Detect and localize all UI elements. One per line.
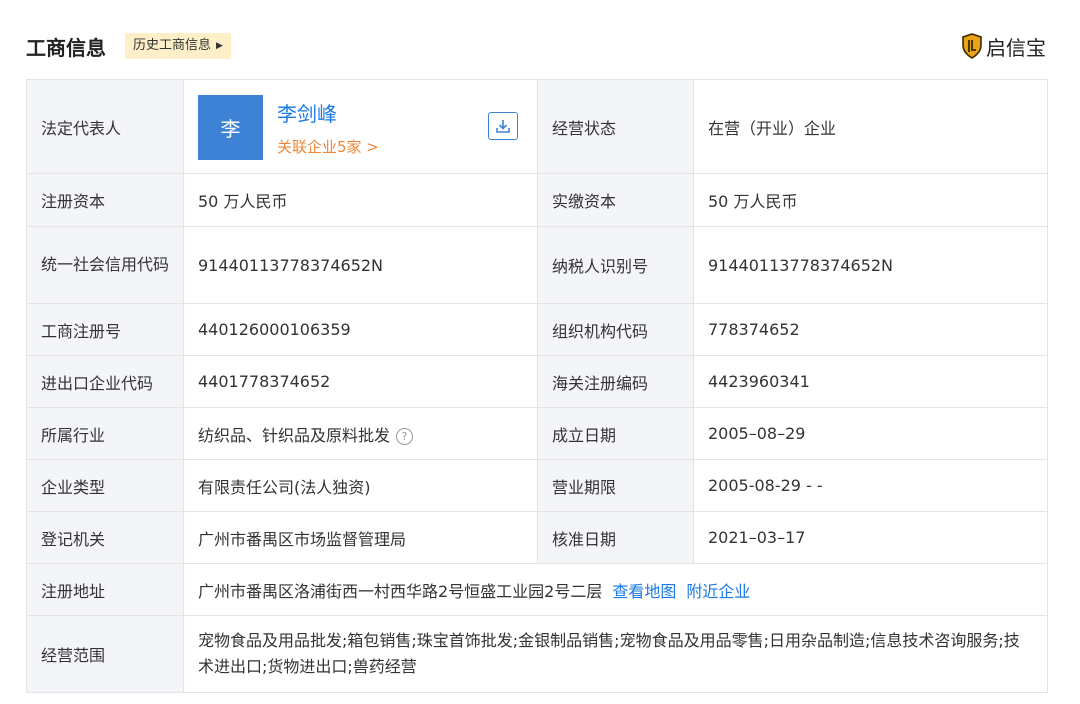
legal-rep-label: 法定代表人 bbox=[26, 79, 184, 174]
customs-value: 4423960341 bbox=[693, 355, 1048, 408]
table-row: 进出口企业代码 4401778374652 海关注册编码 4423960341 bbox=[26, 355, 1048, 408]
type-label: 企业类型 bbox=[26, 459, 184, 512]
avatar[interactable]: 李 bbox=[198, 94, 263, 160]
industry-cell: 纺织品、针织品及原料批发? bbox=[183, 407, 538, 460]
status-value: 在营（开业）企业 bbox=[693, 79, 1048, 174]
history-business-info-button[interactable]: 历史工商信息 ▶ bbox=[125, 33, 231, 59]
status-label: 经营状态 bbox=[537, 79, 694, 174]
credit-code-value: 91440113778374652N bbox=[183, 226, 538, 304]
table-row: 注册地址 广州市番禺区洛浦街西一村西华路2号恒盛工业园2号二层 查看地图 附近企业 bbox=[26, 563, 1048, 616]
industry-label: 所属行业 bbox=[26, 407, 184, 460]
scope-label: 经营范围 bbox=[26, 615, 184, 693]
question-circle-icon[interactable]: ? bbox=[396, 427, 414, 445]
address-value: 广州市番禺区洛浦街西一村西华路2号恒盛工业园2号二层 bbox=[198, 581, 603, 601]
address-cell: 广州市番禺区洛浦街西一村西华路2号恒盛工业园2号二层 查看地图 附近企业 bbox=[183, 563, 1048, 616]
type-value: 有限责任公司(法人独资) bbox=[183, 459, 538, 512]
tax-id-value: 91440113778374652N bbox=[693, 226, 1048, 304]
approval-value: 2021–03–17 bbox=[693, 511, 1048, 564]
org-code-label: 组织机构代码 bbox=[537, 303, 694, 356]
reg-capital-value: 50 万人民币 bbox=[183, 173, 538, 227]
established-label: 成立日期 bbox=[537, 407, 694, 460]
table-row: 登记机关 广州市番禺区市场监督管理局 核准日期 2021–03–17 bbox=[26, 511, 1048, 564]
download-icon bbox=[496, 119, 510, 133]
download-button[interactable] bbox=[488, 111, 518, 140]
legal-rep-name-link[interactable]: 李剑峰 bbox=[277, 98, 337, 127]
approval-label: 核准日期 bbox=[537, 511, 694, 564]
paid-capital-label: 实缴资本 bbox=[537, 173, 694, 227]
scope-value: 宠物食品及用品批发;箱包销售;珠宝首饰批发;金银制品销售;宠物食品及用品零售;日… bbox=[183, 615, 1048, 693]
biz-reg-value: 440126000106359 bbox=[183, 303, 538, 356]
table-row: 法定代表人 李 李剑峰 关联企业5家 > 经营状态 在营（开业）企业 bbox=[26, 79, 1048, 174]
org-code-value: 778374652 bbox=[693, 303, 1048, 356]
brand-name: 启信宝 bbox=[986, 35, 1046, 60]
table-row: 注册资本 50 万人民币 实缴资本 50 万人民币 bbox=[26, 173, 1048, 227]
table-row: 所属行业 纺织品、针织品及原料批发? 成立日期 2005–08–29 bbox=[26, 407, 1048, 460]
table-row: 工商注册号 440126000106359 组织机构代码 778374652 bbox=[26, 303, 1048, 356]
shield-logo-icon bbox=[962, 33, 982, 59]
reg-capital-label: 注册资本 bbox=[26, 173, 184, 227]
legal-rep-cell: 李 李剑峰 关联企业5家 > bbox=[183, 79, 538, 174]
established-value: 2005–08–29 bbox=[693, 407, 1048, 460]
term-value: 2005-08-29 - - bbox=[693, 459, 1048, 512]
table-row: 统一社会信用代码 91440113778374652N 纳税人识别号 91440… bbox=[26, 226, 1048, 304]
paid-capital-value: 50 万人民币 bbox=[693, 173, 1048, 227]
section-header: 工商信息 历史工商信息 ▶ 启信宝 bbox=[26, 30, 1046, 64]
view-map-link[interactable]: 查看地图 bbox=[612, 582, 676, 601]
credit-code-label: 统一社会信用代码 bbox=[26, 226, 184, 304]
nearby-companies-link[interactable]: 附近企业 bbox=[686, 582, 750, 601]
import-export-label: 进出口企业代码 bbox=[26, 355, 184, 408]
history-button-label: 历史工商信息 bbox=[133, 38, 212, 53]
term-label: 营业期限 bbox=[537, 459, 694, 512]
table-row: 企业类型 有限责任公司(法人独资) 营业期限 2005-08-29 - - bbox=[26, 459, 1048, 512]
import-export-value: 4401778374652 bbox=[183, 355, 538, 408]
address-label: 注册地址 bbox=[26, 563, 184, 616]
authority-value: 广州市番禺区市场监督管理局 bbox=[183, 511, 538, 564]
brand-logo: 启信宝 bbox=[961, 30, 1046, 62]
section-title: 工商信息 bbox=[26, 36, 106, 60]
customs-label: 海关注册编码 bbox=[537, 355, 694, 408]
tax-id-label: 纳税人识别号 bbox=[537, 226, 694, 304]
authority-label: 登记机关 bbox=[26, 511, 184, 564]
business-info-table: 法定代表人 李 李剑峰 关联企业5家 > 经营状态 在营（开业）企业 注册资本 … bbox=[26, 79, 1048, 693]
industry-value: 纺织品、针织品及原料批发 bbox=[198, 425, 391, 445]
table-row: 经营范围 宠物食品及用品批发;箱包销售;珠宝首饰批发;金银制品销售;宠物食品及用… bbox=[26, 615, 1048, 693]
related-companies-link[interactable]: 关联企业5家 > bbox=[277, 136, 379, 157]
biz-reg-label: 工商注册号 bbox=[26, 303, 184, 356]
caret-right-icon: ▶ bbox=[216, 41, 223, 51]
